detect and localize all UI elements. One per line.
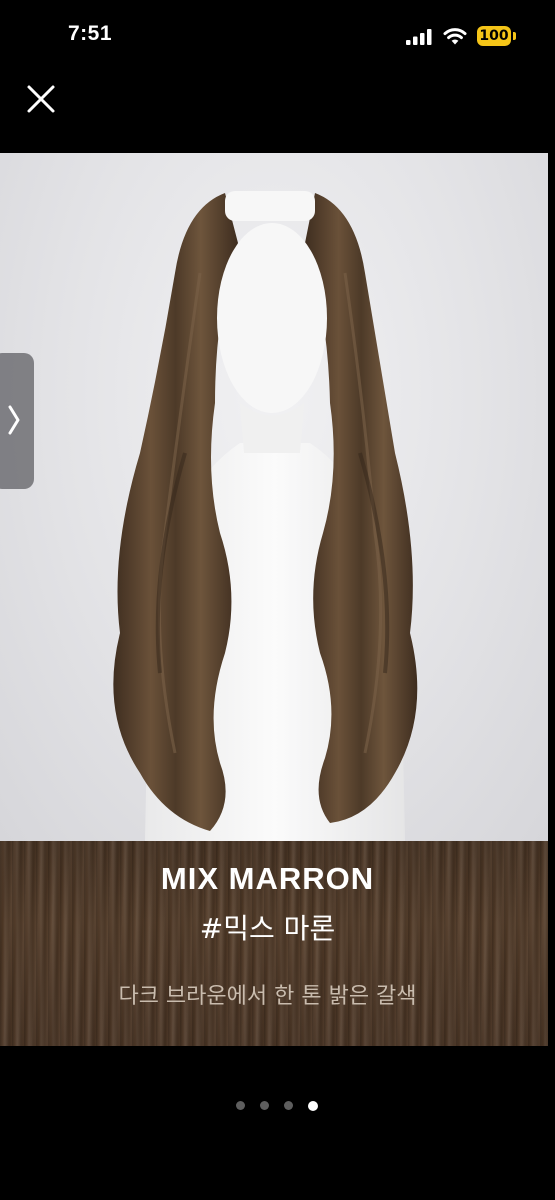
battery-level: 100 <box>477 26 511 46</box>
wifi-icon <box>443 28 467 45</box>
close-icon[interactable] <box>22 80 60 118</box>
product-image[interactable]: MIX MARRON #믹스 마론 다크 브라운에서 한 톤 밝은 갈색 <box>0 153 548 1046</box>
status-time: 7:51 <box>68 22 113 45</box>
product-name: MIX MARRON <box>160 861 375 896</box>
chevron-right-icon <box>8 405 20 435</box>
battery-icon: 100 <box>477 26 517 48</box>
pagination-dot[interactable] <box>236 1101 245 1110</box>
cellular-signal-icon <box>406 29 432 45</box>
hair-texture-banner: MIX MARRON #믹스 마론 다크 브라운에서 한 톤 밝은 갈색 <box>0 841 548 1046</box>
product-description: 다크 브라운에서 한 톤 밝은 갈색 <box>118 984 417 1009</box>
wig-on-mannequin-image <box>113 191 418 841</box>
pagination-dot[interactable] <box>284 1101 293 1110</box>
status-bar: 7:51 100 <box>0 0 555 75</box>
pagination-dot-active[interactable] <box>308 1100 318 1111</box>
pagination-dot[interactable] <box>260 1101 269 1110</box>
product-tag: #믹스 마론 <box>199 912 336 945</box>
next-image-button[interactable] <box>0 353 34 489</box>
